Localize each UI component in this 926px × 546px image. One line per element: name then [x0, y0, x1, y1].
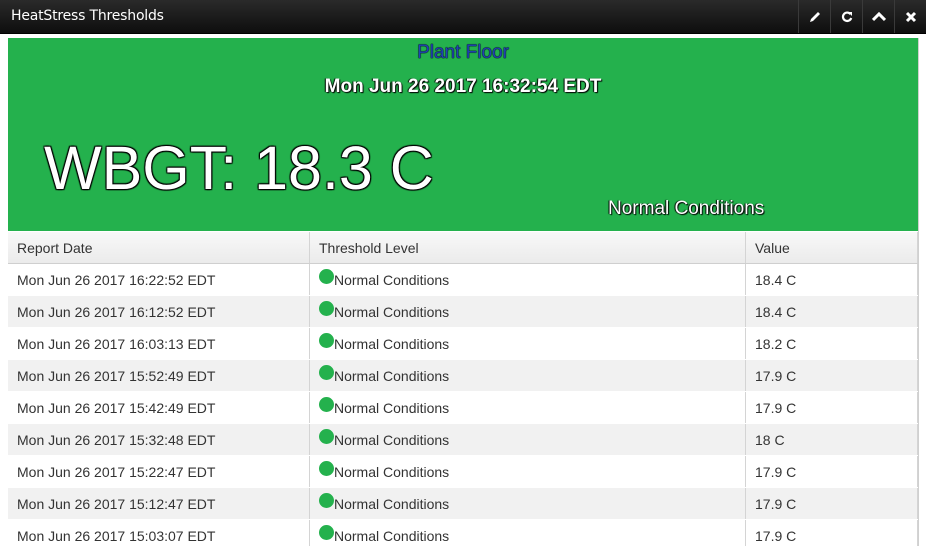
report-date-cell: Mon Jun 26 2017 15:12:47 EDT [8, 487, 310, 520]
value-cell: 18.2 C [745, 327, 918, 360]
status-banner: Plant Floor Mon Jun 26 2017 16:32:54 EDT… [8, 38, 918, 231]
current-condition: Normal Conditions [608, 198, 765, 219]
collapse-button[interactable] [862, 0, 894, 33]
column-header-report-date[interactable]: Report Date [8, 232, 310, 264]
value-cell: 18 C [745, 423, 918, 456]
table-row[interactable]: Mon Jun 26 2017 15:03:07 EDT Normal Condi… [8, 519, 918, 546]
threshold-level-label: Normal Conditions [334, 367, 450, 384]
threshold-level-cell: Normal Conditions [309, 487, 746, 520]
status-dot-icon [319, 524, 334, 540]
report-date-cell: Mon Jun 26 2017 16:12:52 EDT [8, 295, 310, 328]
refresh-button[interactable] [830, 0, 862, 33]
threshold-level-label: Normal Conditions [334, 463, 450, 480]
value-cell: 18.4 C [745, 263, 918, 296]
table-header-row: Report Date Threshold Level Value [8, 232, 918, 264]
threshold-level-cell: Normal Conditions [309, 295, 746, 328]
value-cell: 17.9 C [745, 359, 918, 392]
threshold-level-cell: Normal Conditions [309, 455, 746, 488]
table-row[interactable]: Mon Jun 26 2017 16:12:52 EDT Normal Condi… [8, 295, 918, 328]
title-bar-buttons [798, 0, 926, 33]
title-bar: HeatStress Thresholds [0, 0, 926, 34]
widget-content: Plant Floor Mon Jun 26 2017 16:32:54 EDT… [8, 38, 919, 546]
value-cell: 17.9 C [745, 487, 918, 520]
table-row[interactable]: Mon Jun 26 2017 15:52:49 EDT Normal Condi… [8, 359, 918, 392]
heatstress-widget: HeatStress Thresholds Plant Floor Mon Ju… [0, 0, 926, 546]
close-icon [905, 11, 917, 23]
status-dot-icon [319, 332, 334, 348]
threshold-level-label: Normal Conditions [334, 527, 450, 544]
table-row[interactable]: Mon Jun 26 2017 15:42:49 EDT Normal Condi… [8, 391, 918, 424]
threshold-level-cell: Normal Conditions [309, 263, 746, 296]
column-header-value[interactable]: Value [745, 232, 918, 264]
threshold-level-cell: Normal Conditions [309, 359, 746, 392]
wbgt-reading: WBGT: 18.3 C [44, 134, 434, 202]
table-row[interactable]: Mon Jun 26 2017 15:12:47 EDT Normal Condi… [8, 487, 918, 520]
report-date-cell: Mon Jun 26 2017 15:22:47 EDT [8, 455, 310, 488]
status-dot-icon [319, 300, 334, 316]
threshold-level-cell: Normal Conditions [309, 391, 746, 424]
status-dot-icon [319, 396, 334, 412]
pencil-icon [809, 11, 821, 23]
status-dot-icon [319, 428, 334, 444]
report-date-cell: Mon Jun 26 2017 15:42:49 EDT [8, 391, 310, 424]
current-timestamp: Mon Jun 26 2017 16:32:54 EDT [324, 76, 602, 97]
table-row[interactable]: Mon Jun 26 2017 15:32:48 EDT Normal Condi… [8, 423, 918, 456]
chevron-up-icon [871, 11, 886, 22]
column-header-threshold-level[interactable]: Threshold Level [309, 232, 746, 264]
table-row[interactable]: Mon Jun 26 2017 15:22:47 EDT Normal Condi… [8, 455, 918, 488]
threshold-level-label: Normal Conditions [334, 335, 450, 352]
threshold-level-cell: Normal Conditions [309, 423, 746, 456]
status-dot-icon [319, 364, 334, 380]
threshold-level-label: Normal Conditions [334, 495, 450, 512]
edit-button[interactable] [798, 0, 830, 33]
status-dot-icon [319, 460, 334, 476]
close-button[interactable] [894, 0, 926, 33]
threshold-level-label: Normal Conditions [334, 303, 450, 320]
threshold-level-label: Normal Conditions [334, 399, 450, 416]
value-cell: 17.9 C [745, 391, 918, 424]
report-date-cell: Mon Jun 26 2017 16:22:52 EDT [8, 263, 310, 296]
report-date-cell: Mon Jun 26 2017 15:03:07 EDT [8, 519, 310, 546]
report-date-cell: Mon Jun 26 2017 15:52:49 EDT [8, 359, 310, 392]
value-cell: 17.9 C [745, 455, 918, 488]
value-cell: 17.9 C [745, 519, 918, 546]
threshold-level-cell: Normal Conditions [309, 519, 746, 546]
report-date-cell: Mon Jun 26 2017 16:03:13 EDT [8, 327, 310, 360]
window-title: HeatStress Thresholds [11, 8, 164, 24]
table-row[interactable]: Mon Jun 26 2017 16:03:13 EDT Normal Condi… [8, 327, 918, 360]
status-dot-icon [319, 268, 334, 284]
value-cell: 18.4 C [745, 295, 918, 328]
status-dot-icon [319, 492, 334, 508]
threshold-history-table: Report Date Threshold Level Value Mon Ju… [8, 232, 918, 546]
threshold-level-label: Normal Conditions [334, 431, 450, 448]
threshold-level-cell: Normal Conditions [309, 327, 746, 360]
report-date-cell: Mon Jun 26 2017 15:32:48 EDT [8, 423, 310, 456]
table-row[interactable]: Mon Jun 26 2017 16:22:52 EDT Normal Condi… [8, 263, 918, 296]
location-name: Plant Floor [417, 42, 509, 63]
refresh-icon [841, 11, 853, 23]
threshold-level-label: Normal Conditions [334, 271, 450, 288]
